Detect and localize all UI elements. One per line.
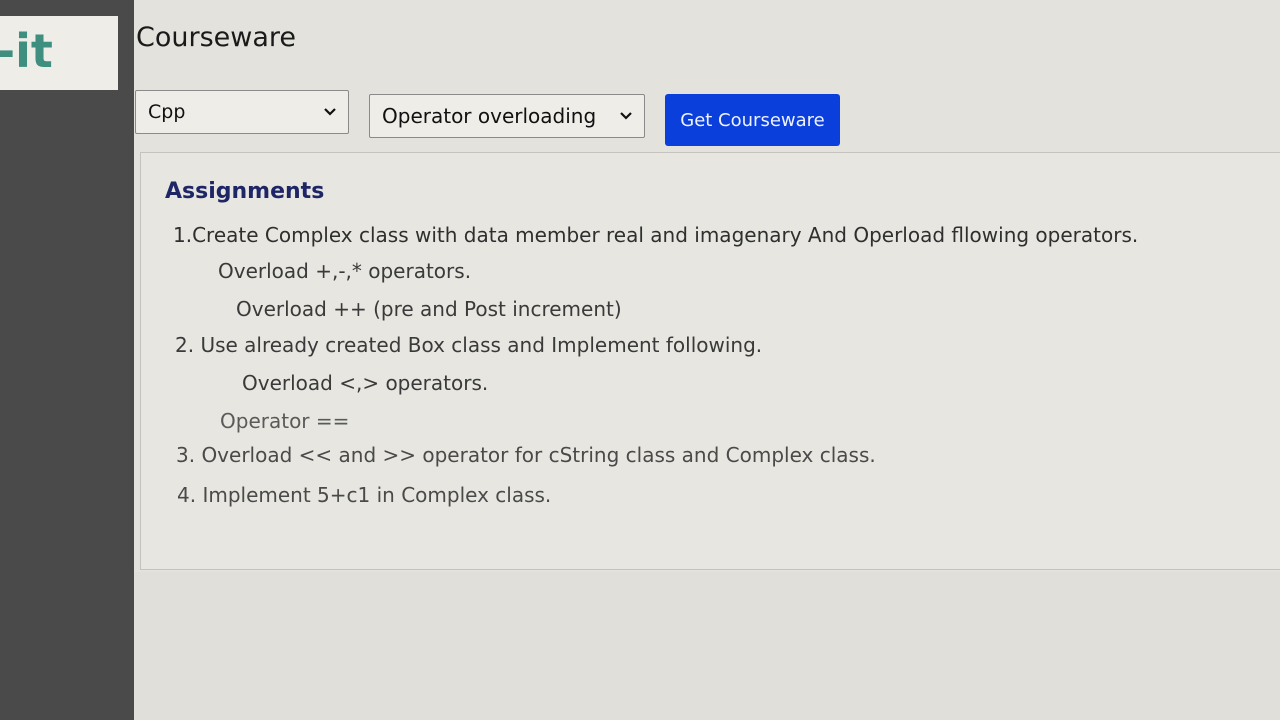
assignment-line: Overload <,> operators. [242, 371, 489, 395]
get-courseware-button[interactable]: Get Courseware [665, 94, 840, 146]
assignment-line: Overload ++ (pre and Post increment) [236, 297, 622, 321]
language-select[interactable]: Cpp [135, 90, 349, 134]
language-select-value: Cpp [148, 101, 186, 123]
assignment-line: Operator == [220, 409, 350, 433]
assignments-heading: Assignments [165, 179, 325, 204]
assignments-panel: Assignments 1.Create Complex class with … [140, 152, 1280, 570]
assignment-line: Overload +,-,* operators. [218, 259, 472, 283]
topic-select[interactable]: Operator overloading [369, 94, 645, 138]
topic-select-value: Operator overloading [382, 104, 597, 128]
chevron-down-icon [620, 110, 632, 122]
main-content: Courseware Cpp Operator overloading Get … [134, 0, 1280, 720]
empty-page-area [134, 572, 1280, 720]
page-title: Courseware [136, 22, 297, 53]
chevron-down-icon [324, 106, 336, 118]
logo-text: -it [0, 24, 53, 78]
assignment-line: 4. Implement 5+c1 in Complex class. [177, 483, 552, 507]
assignment-line: 3. Overload << and >> operator for cStri… [176, 443, 876, 467]
courseware-toolbar: Cpp Operator overloading Get Courseware [134, 88, 1280, 150]
assignment-line: 1.Create Complex class with data member … [173, 223, 1139, 247]
assignment-line: 2. Use already created Box class and Imp… [175, 333, 763, 357]
sidebar: -it [0, 0, 134, 720]
logo[interactable]: -it [0, 16, 118, 90]
